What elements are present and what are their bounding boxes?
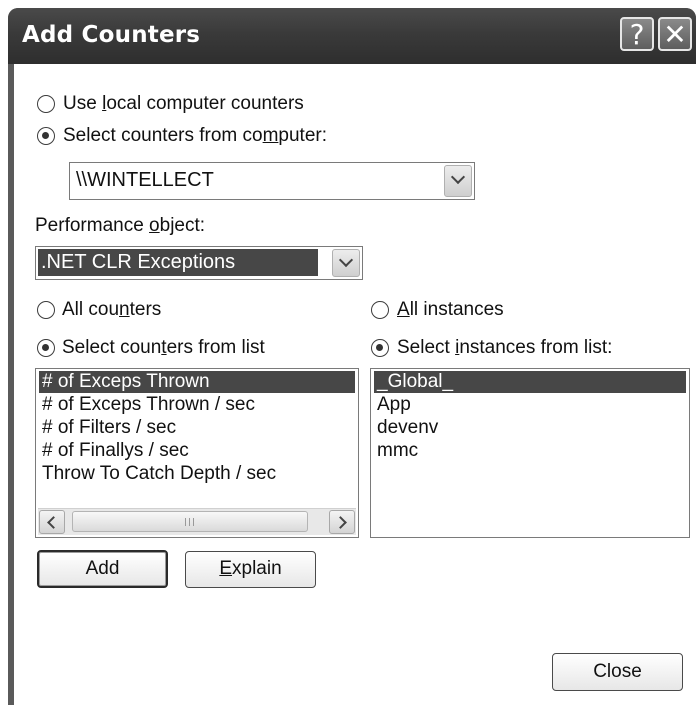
- select-instances-radio[interactable]: [371, 339, 389, 357]
- grip-icon: [189, 518, 190, 526]
- instance-item[interactable]: App: [374, 394, 686, 416]
- title-bar[interactable]: Add Counters ? ✕: [8, 8, 696, 64]
- close-icon: ✕: [663, 18, 687, 51]
- grip-icon: [185, 518, 186, 526]
- explain-button[interactable]: Explain: [185, 551, 316, 588]
- all-instances-label[interactable]: All instances: [397, 299, 504, 321]
- counter-item[interactable]: # of Exceps Thrown / sec: [39, 394, 355, 416]
- select-computer-radio[interactable]: [37, 127, 55, 145]
- dialog-title: Add Counters: [22, 22, 201, 48]
- counter-item[interactable]: # of Filters / sec: [39, 417, 355, 439]
- instance-item[interactable]: mmc: [374, 440, 686, 462]
- local-computer-radio[interactable]: [37, 95, 55, 113]
- instances-listbox[interactable]: _Global_ App devenv mmc: [370, 368, 690, 538]
- grip-icon: [193, 518, 194, 526]
- all-counters-label[interactable]: All counters: [62, 299, 161, 321]
- scroll-thumb[interactable]: [72, 511, 308, 532]
- scroll-right-button[interactable]: [329, 510, 355, 534]
- close-button[interactable]: Close: [552, 653, 683, 691]
- counter-item[interactable]: # of Exceps Thrown: [39, 371, 355, 393]
- all-instances-radio[interactable]: [371, 301, 389, 319]
- dialog-body: Use local computer counters Select count…: [14, 64, 696, 705]
- chevron-down-icon: [450, 169, 466, 185]
- close-window-button[interactable]: ✕: [658, 17, 692, 51]
- counters-listbox[interactable]: # of Exceps Thrown # of Exceps Thrown / …: [35, 368, 359, 538]
- chevron-down-icon: [338, 252, 354, 268]
- help-icon: ?: [629, 18, 645, 51]
- chevron-left-icon: [47, 516, 60, 529]
- add-counters-dialog: Add Counters ? ✕ Use local computer coun…: [8, 8, 696, 705]
- select-counters-label[interactable]: Select counters from list: [62, 337, 265, 359]
- all-counters-radio[interactable]: [37, 301, 55, 319]
- select-instances-label[interactable]: Select instances from list:: [397, 337, 612, 359]
- performance-object-label: Performance object:: [35, 215, 206, 236]
- counters-horizontal-scrollbar[interactable]: [38, 508, 356, 535]
- performance-object-combo[interactable]: .NET CLR Exceptions: [35, 246, 363, 280]
- chevron-right-icon: [334, 516, 347, 529]
- computer-value: \\WINTELLECT: [76, 169, 214, 191]
- select-counters-radio[interactable]: [37, 339, 55, 357]
- add-button[interactable]: Add: [37, 550, 168, 588]
- help-button[interactable]: ?: [620, 17, 654, 51]
- computer-combo[interactable]: \\WINTELLECT: [69, 162, 475, 200]
- computer-dropdown-button[interactable]: [444, 165, 472, 197]
- counter-item[interactable]: # of Finallys / sec: [39, 440, 355, 462]
- select-computer-label[interactable]: Select counters from computer:: [63, 125, 327, 147]
- instance-item[interactable]: devenv: [374, 417, 686, 439]
- scroll-left-button[interactable]: [39, 510, 65, 534]
- performance-object-dropdown-button[interactable]: [332, 249, 360, 277]
- counter-item[interactable]: Throw To Catch Depth / sec: [39, 463, 355, 485]
- local-computer-label[interactable]: Use local computer counters: [63, 93, 304, 115]
- instance-item[interactable]: _Global_: [374, 371, 686, 393]
- performance-object-value: .NET CLR Exceptions: [41, 251, 236, 273]
